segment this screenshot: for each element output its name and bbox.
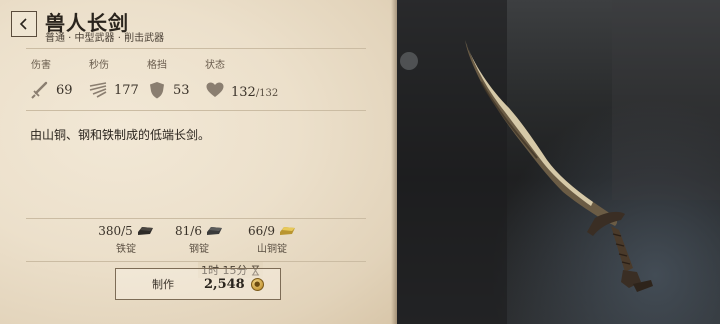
material-orichalcum: 66/9 山铜锭 (232, 224, 312, 255)
stat-condition-value: 132 (231, 84, 256, 100)
item-subtitle: 普通 · 中型武器 · 削击武器 (45, 33, 165, 44)
orichalcum-ingot-icon (279, 227, 295, 235)
item-detail-panel: 兽人长剑 普通 · 中型武器 · 削击武器 伤害 秒伤 格挡 状态 69 177… (0, 0, 397, 324)
material-count: 66/9 (248, 224, 275, 238)
material-iron: 380/5 铁锭 (86, 224, 166, 255)
steel-ingot-icon (206, 227, 222, 235)
item-description: 由山铜、钢和铁制成的低端长剑。 (30, 128, 211, 142)
speed-lines-icon (89, 82, 107, 98)
sword-model (397, 0, 720, 324)
item-preview-scene[interactable] (397, 0, 720, 324)
stat-condition: 132/132 (205, 80, 278, 100)
craft-cost: 2,548 (204, 276, 245, 292)
heart-icon (206, 82, 224, 97)
material-name: 山铜锭 (257, 244, 287, 255)
shield-icon (150, 82, 164, 99)
stat-condition-max: /132 (255, 87, 279, 99)
stat-label-condition: 状态 (205, 60, 225, 71)
material-count: 81/6 (175, 224, 202, 238)
iron-ingot-icon (137, 227, 153, 235)
divider (26, 110, 366, 111)
divider (26, 48, 366, 49)
divider (26, 218, 366, 219)
divider (26, 261, 366, 262)
material-steel: 81/6 钢锭 (159, 224, 239, 255)
stat-dps: 177 (88, 80, 139, 100)
stat-label-damage: 伤害 (31, 60, 51, 71)
chevron-left-icon (19, 18, 27, 30)
back-button[interactable] (11, 11, 37, 37)
craft-button-label: 制作 (152, 278, 174, 291)
stat-block: 53 (147, 80, 190, 100)
stat-label-dps: 秒伤 (89, 60, 109, 71)
sword-icon (31, 81, 48, 99)
craft-button[interactable]: 制作 2,548 ● (115, 268, 281, 300)
material-name: 钢锭 (189, 244, 209, 255)
gold-coin-icon: ● (250, 277, 264, 291)
material-count: 380/5 (98, 224, 133, 238)
stat-damage: 69 (30, 80, 73, 100)
stat-damage-value: 69 (56, 82, 73, 98)
material-name: 铁锭 (116, 244, 136, 255)
stat-dps-value: 177 (114, 82, 139, 98)
stat-label-block: 格挡 (147, 60, 167, 71)
stat-block-value: 53 (173, 82, 190, 98)
